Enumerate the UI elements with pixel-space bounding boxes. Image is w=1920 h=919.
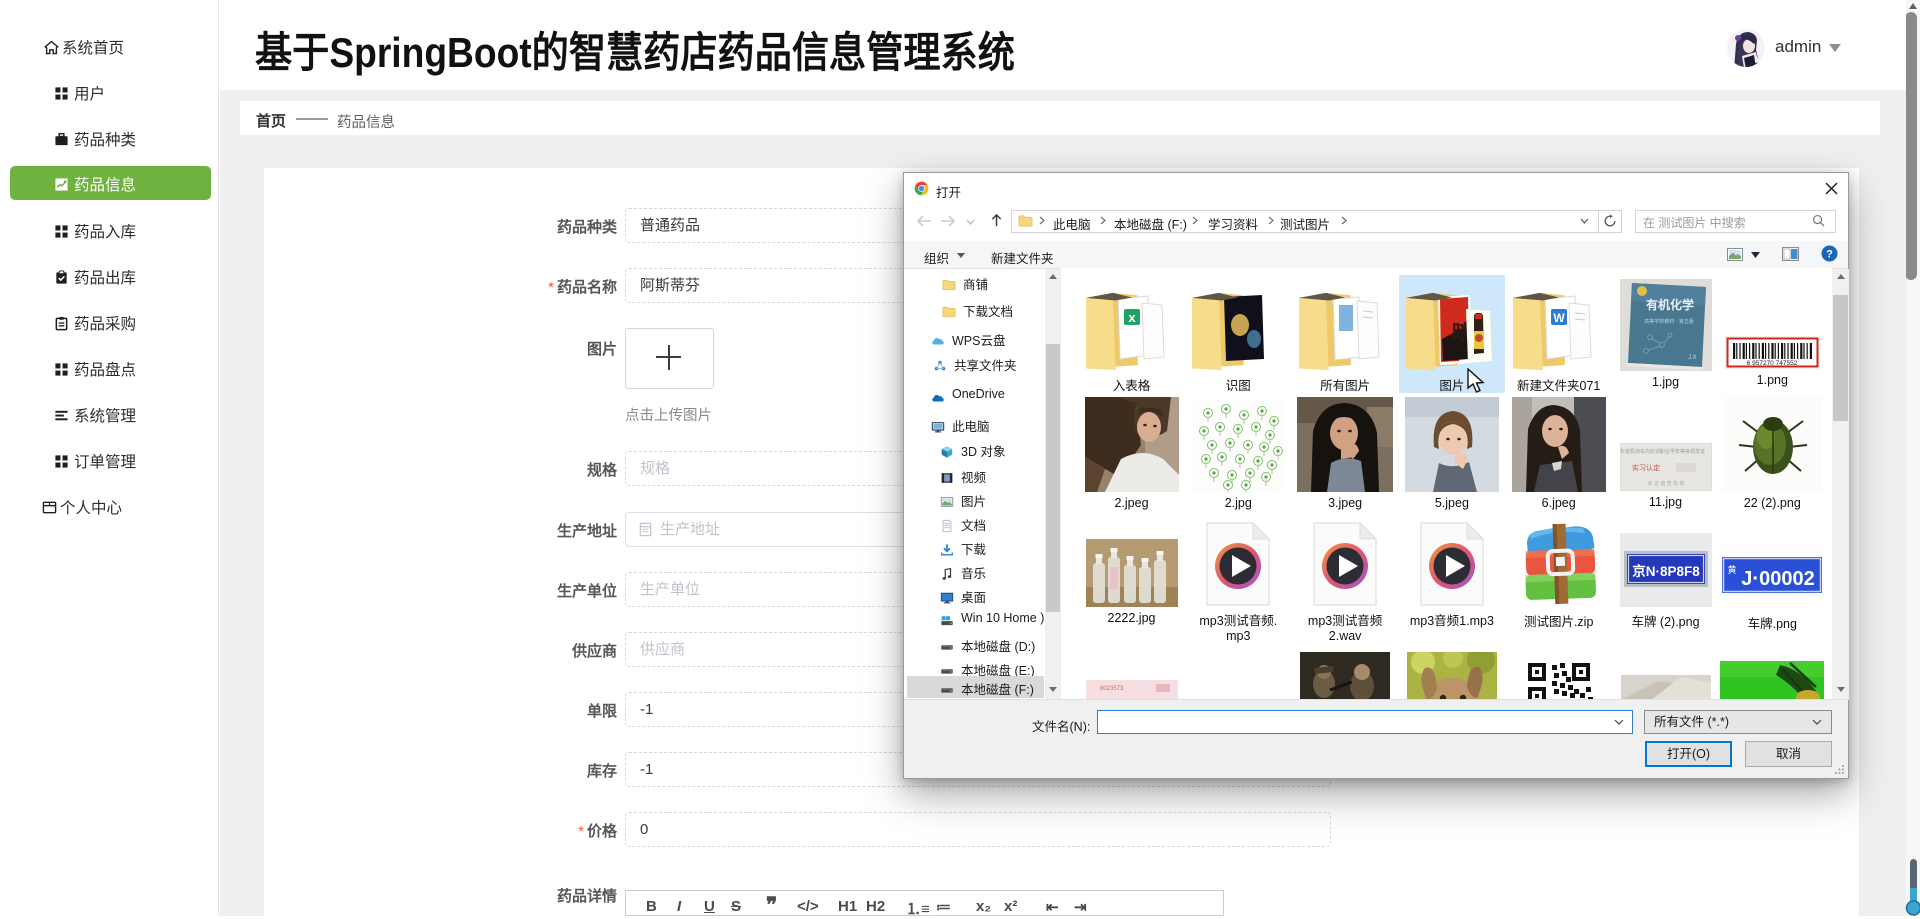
svg-text:有机化学: 有机化学 [1645,297,1693,312]
svg-text:J·00002: J·00002 [1742,568,1815,590]
svg-text:8023573: 8023573 [1100,686,1124,692]
svg-text:W: W [1553,311,1565,325]
svg-text:广东省机动车内轮训职业学年等级领发证: 广东省机动车内轮训职业学年等级领发证 [1620,448,1705,455]
svg-text:x: x [1128,310,1136,325]
svg-text:京N·8P8F8: 京N·8P8F8 [1632,563,1700,579]
svg-text:6 957270 747552: 6 957270 747552 [1746,360,1797,367]
svg-text:本 证 遍 查 有 效: 本 证 遍 查 有 效 [1647,480,1684,487]
svg-text:实习认定: 实习认定 [1632,463,1660,472]
svg-text:黄: 黄 [1728,564,1737,575]
svg-text:高等学校教材 · 第五版: 高等学校教材 · 第五版 [1644,318,1693,325]
svg-text:J.X: J.X [1688,355,1697,361]
svg-text:?: ? [1826,249,1833,261]
